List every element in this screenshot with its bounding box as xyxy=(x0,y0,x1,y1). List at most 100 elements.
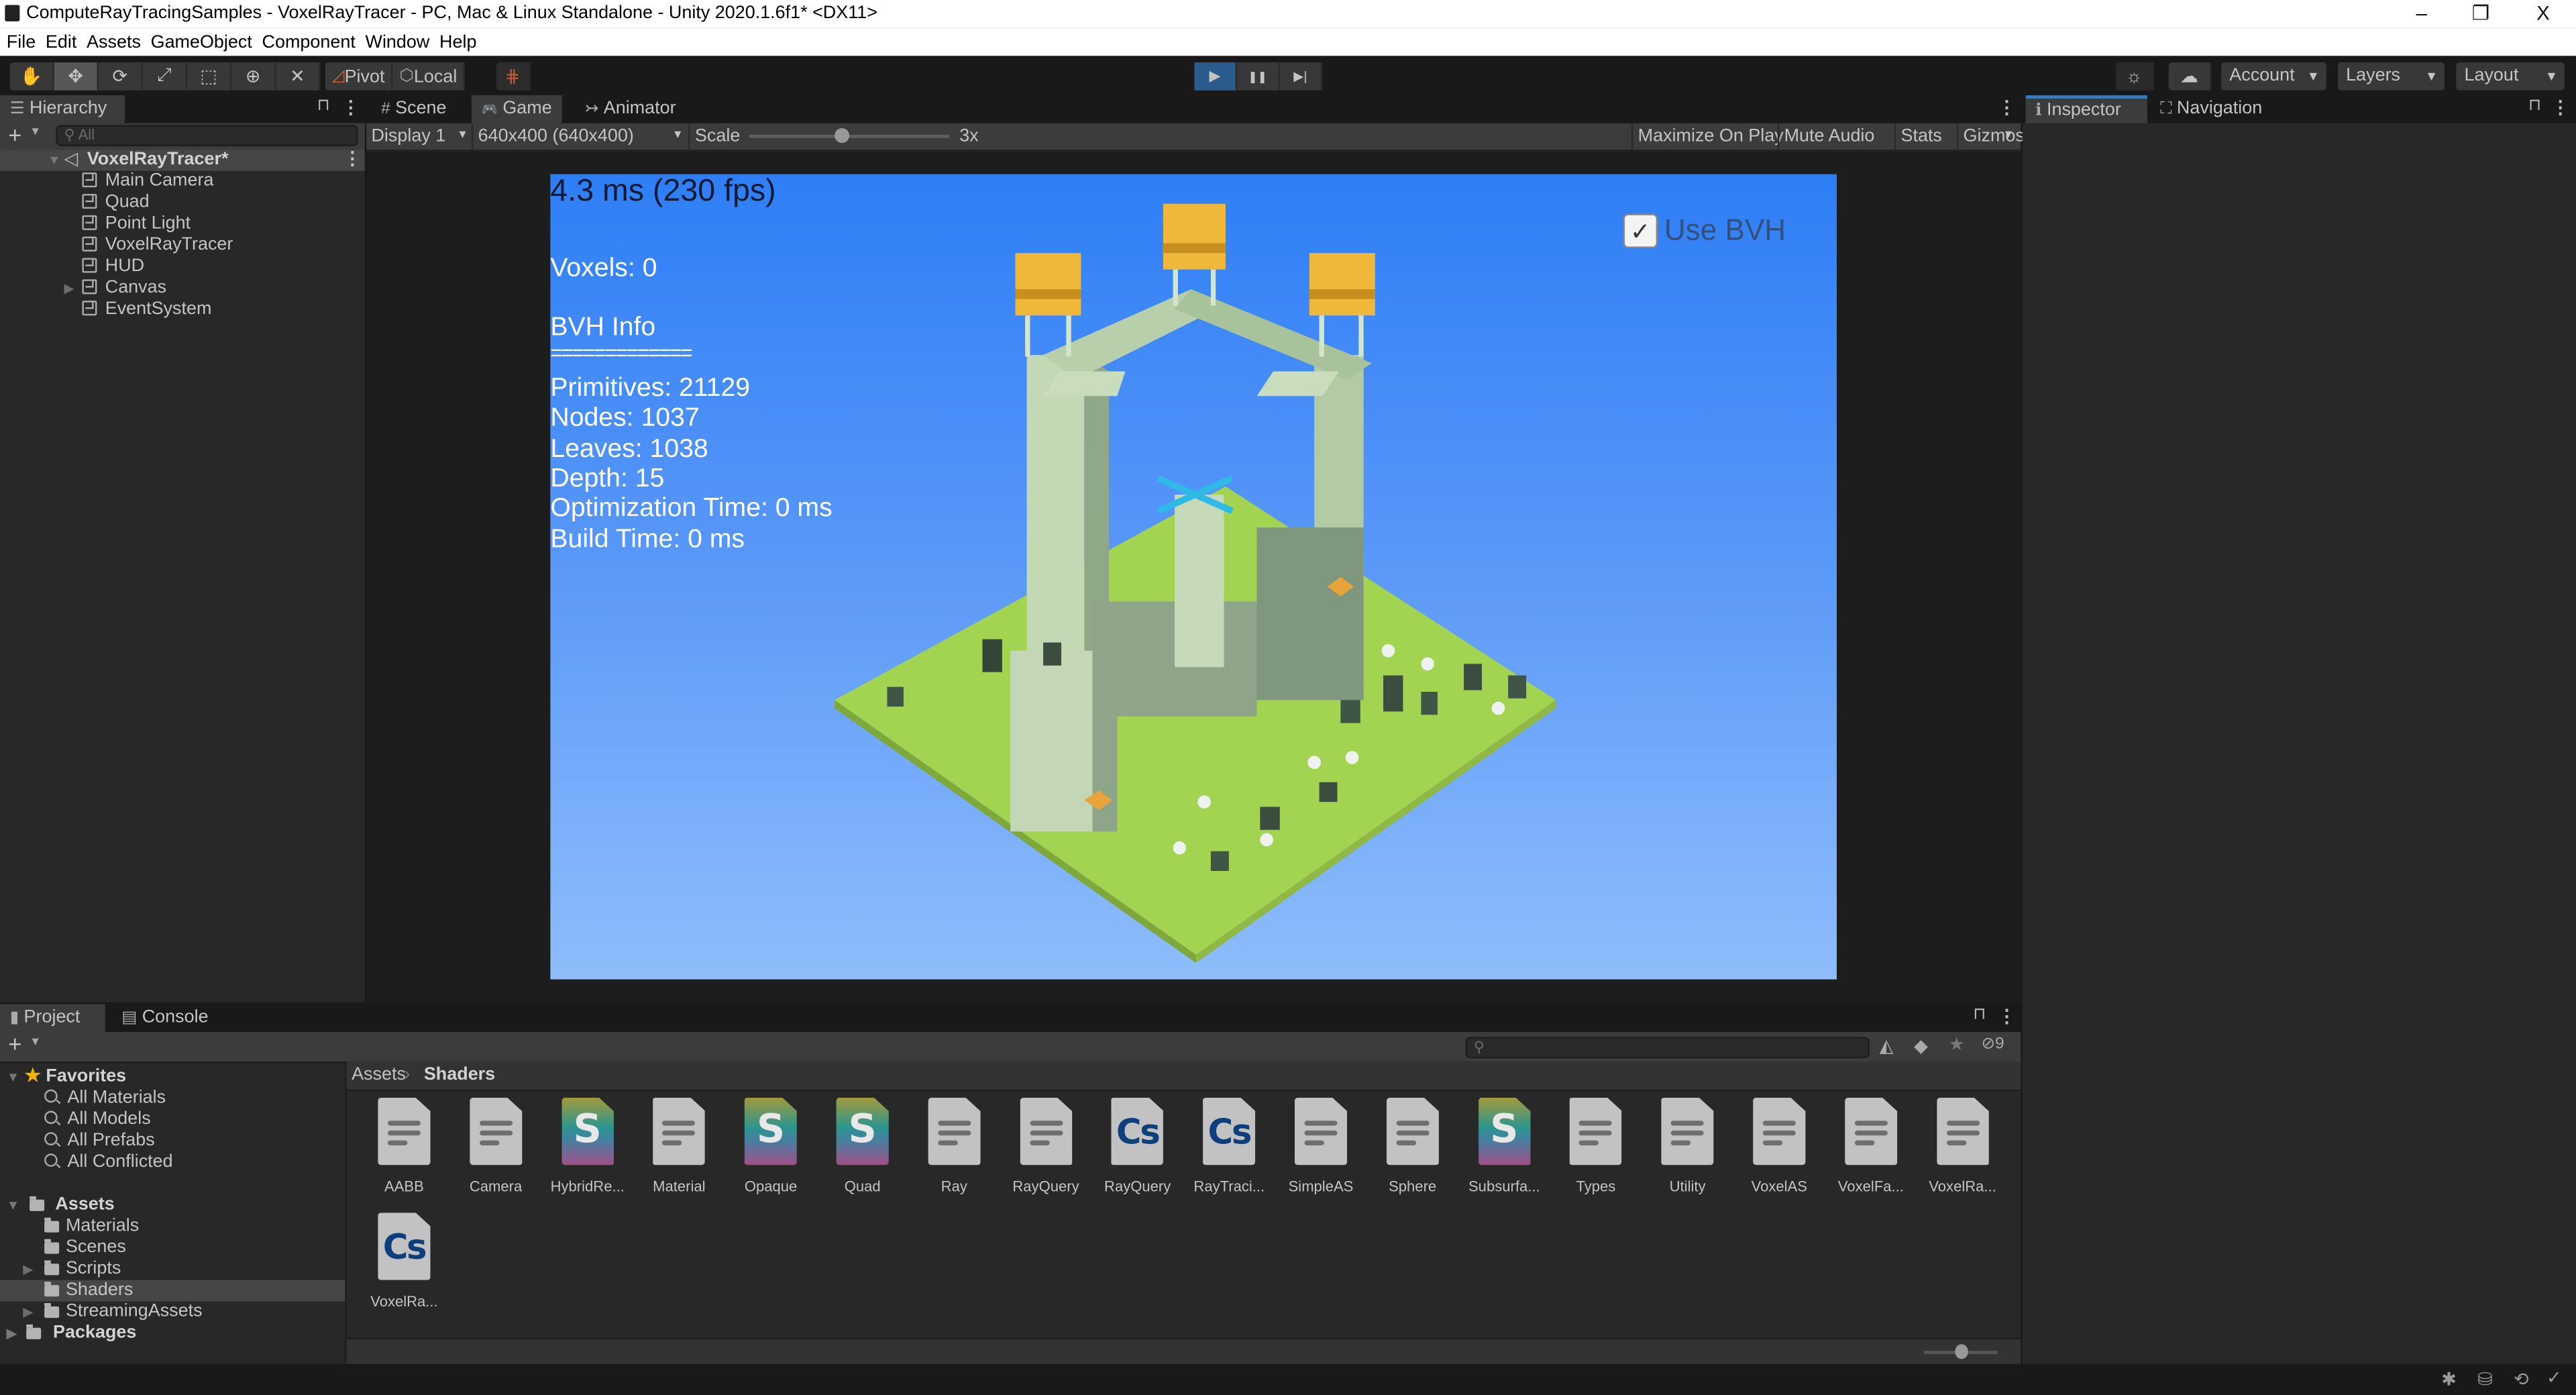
favorite-item[interactable]: All Conflicted xyxy=(44,1152,173,1174)
layers-dropdown[interactable]: Layers ▼ xyxy=(2337,62,2445,91)
expand-arrow-icon[interactable]: ▶ xyxy=(23,1259,33,1280)
lock-icon[interactable]: ⊓ xyxy=(2528,97,2541,115)
expand-arrow-icon[interactable]: ▼ xyxy=(48,150,60,171)
favorite-item[interactable]: All Models xyxy=(44,1109,151,1131)
project-search-input[interactable]: ⚲ xyxy=(1465,1037,1870,1059)
asset-item[interactable]: S Opaque xyxy=(724,1097,816,1194)
asset-item[interactable]: VoxelFa... xyxy=(1825,1097,1917,1194)
custom-tool-button[interactable]: ✕ xyxy=(276,62,321,91)
check-circle-icon[interactable]: ✓ xyxy=(2546,1367,2562,1388)
hidden-packages-toggle[interactable]: ⊘9 xyxy=(1981,1035,2004,1053)
hierarchy-search-input[interactable]: ⚲ All xyxy=(56,125,358,146)
tab-navigation[interactable]: ⛶ Navigation xyxy=(2151,95,2272,123)
search-by-type-icon[interactable]: ◭ xyxy=(1880,1035,1894,1056)
close-button[interactable]: X xyxy=(2514,0,2573,28)
asset-item[interactable]: Camera xyxy=(450,1097,542,1194)
hierarchy-item[interactable]: Quad xyxy=(0,193,365,214)
expand-arrow-icon[interactable]: ▼ xyxy=(7,1198,19,1212)
stats-toggle[interactable]: Stats xyxy=(1894,123,1947,150)
asset-item[interactable]: Types xyxy=(1550,1097,1642,1194)
asset-item[interactable]: S HybridRe... xyxy=(541,1097,633,1194)
tab-inspector[interactable]: ℹ Inspector xyxy=(2025,95,2147,123)
search-by-label-icon[interactable]: ◆ xyxy=(1914,1035,1928,1056)
move-tool-button[interactable]: ✥ xyxy=(54,62,99,91)
hierarchy-item[interactable]: Point Light xyxy=(0,213,365,235)
lock-icon[interactable]: ⊓ xyxy=(1973,1006,1986,1024)
cloud-button[interactable]: ☁ xyxy=(2169,62,2212,91)
expand-arrow-icon[interactable]: ▼ xyxy=(7,1070,19,1084)
rotate-tool-button[interactable]: ⟳ xyxy=(99,62,144,91)
folder-item[interactable]: Shaders xyxy=(0,1280,345,1302)
kebab-menu-icon[interactable]: ⋮ xyxy=(2551,97,2569,118)
kebab-menu-icon[interactable]: ⋮ xyxy=(1998,97,2016,118)
collab-button[interactable]: ☼ xyxy=(2116,62,2154,91)
grid-snap-button[interactable]: ⋕ xyxy=(496,62,531,91)
hierarchy-item[interactable]: EventSystem xyxy=(0,299,365,321)
folder-item[interactable]: Materials xyxy=(0,1216,345,1237)
menu-file[interactable]: File xyxy=(3,28,39,58)
minimize-button[interactable]: – xyxy=(2392,0,2451,28)
kebab-menu-icon[interactable]: ⋮ xyxy=(341,97,360,118)
account-dropdown[interactable]: Account ▼ xyxy=(2221,62,2326,91)
mute-audio-toggle[interactable]: Mute Audio xyxy=(1777,123,1880,150)
add-dropdown-chevron-icon[interactable]: ▼ xyxy=(30,127,41,138)
tab-console[interactable]: ▤ Console xyxy=(112,1004,219,1032)
create-dropdown-chevron-icon[interactable]: ▼ xyxy=(30,1037,41,1048)
hierarchy-item[interactable]: VoxelRayTracer xyxy=(0,235,365,256)
restore-button[interactable]: ❐ xyxy=(2451,0,2510,28)
local-toggle[interactable]: ⬡ Local xyxy=(393,62,466,91)
play-button[interactable]: ▶ xyxy=(1194,62,1238,91)
folder-item[interactable]: Scenes xyxy=(0,1237,345,1259)
breadcrumb-shaders[interactable]: Shaders xyxy=(424,1065,495,1084)
icon-size-slider-thumb[interactable] xyxy=(1954,1344,1968,1359)
menu-component[interactable]: Component xyxy=(259,28,359,58)
scene-row[interactable]: ▼ ◁ VoxelRayTracer* ⋮ xyxy=(0,149,365,171)
splitter[interactable] xyxy=(345,1062,347,1364)
create-button[interactable]: + xyxy=(8,1031,21,1057)
tab-project[interactable]: ▮ Project xyxy=(0,1004,105,1032)
hierarchy-item[interactable]: HUD xyxy=(0,256,365,278)
step-button[interactable]: ▶| xyxy=(1280,62,1323,91)
asset-item[interactable]: Sphere xyxy=(1366,1097,1458,1194)
breadcrumb-assets[interactable]: Assets xyxy=(352,1065,406,1084)
menu-assets[interactable]: Assets xyxy=(83,28,144,58)
asset-item[interactable]: SimpleAS xyxy=(1275,1097,1366,1194)
menu-edit[interactable]: Edit xyxy=(42,28,80,58)
asset-item[interactable]: Cs RayTraci... xyxy=(1183,1097,1275,1194)
assets-root[interactable]: ▼ Assets xyxy=(7,1194,115,1216)
tab-game[interactable]: 🎮 Game xyxy=(471,95,562,123)
gizmos-dropdown-chevron-icon[interactable]: ▼ xyxy=(2002,123,2014,150)
auto-generate-lighting-icon[interactable]: ⟲ xyxy=(2514,1369,2529,1390)
favorite-item[interactable]: All Prefabs xyxy=(44,1131,155,1152)
scale-tool-button[interactable]: ⤢ xyxy=(143,62,188,91)
menu-gameobject[interactable]: GameObject xyxy=(148,28,256,58)
rect-tool-button[interactable]: ⬚ xyxy=(187,62,232,91)
tab-hierarchy[interactable]: ☰ Hierarchy xyxy=(0,95,125,123)
expand-arrow-icon[interactable]: ▶ xyxy=(64,278,74,299)
tab-scene[interactable]: # Scene xyxy=(371,95,456,123)
hierarchy-item[interactable]: ▶ Canvas xyxy=(0,278,365,299)
asset-item[interactable]: Ray xyxy=(908,1097,1000,1194)
maximize-on-play-toggle[interactable]: Maximize On Play xyxy=(1631,123,1788,150)
menu-help[interactable]: Help xyxy=(436,28,480,58)
folder-item[interactable]: ▶ StreamingAssets xyxy=(0,1302,345,1323)
debug-bug-icon[interactable]: ✱ xyxy=(2441,1369,2457,1390)
transform-tool-button[interactable]: ⊕ xyxy=(231,62,276,91)
favorite-star-icon[interactable]: ★ xyxy=(1949,1033,1965,1055)
scale-slider-thumb[interactable] xyxy=(835,128,850,144)
add-button[interactable]: + xyxy=(8,121,21,148)
favorites-header[interactable]: ▼ ★ Favorites xyxy=(7,1066,126,1088)
asset-item[interactable]: Material xyxy=(633,1097,725,1194)
use-bvh-toggle[interactable]: ✓ Use BVH xyxy=(1623,213,1786,248)
tab-animator[interactable]: ↣ Animator xyxy=(575,95,686,123)
asset-item[interactable]: S Subsurfa... xyxy=(1458,1097,1550,1194)
folder-item[interactable]: ▶ Scripts xyxy=(0,1259,345,1280)
asset-item[interactable]: AABB xyxy=(358,1097,450,1194)
menu-window[interactable]: Window xyxy=(362,28,433,58)
lock-icon[interactable]: ⊓ xyxy=(317,97,330,115)
resolution-dropdown[interactable]: 640x400 (640x400) ▼ xyxy=(471,123,687,150)
expand-arrow-icon[interactable]: ▶ xyxy=(23,1302,33,1323)
asset-item[interactable]: Cs VoxelRa... xyxy=(358,1212,450,1310)
layout-dropdown[interactable]: Layout ▼ xyxy=(2456,62,2565,91)
asset-item[interactable]: VoxelAS xyxy=(1733,1097,1825,1194)
